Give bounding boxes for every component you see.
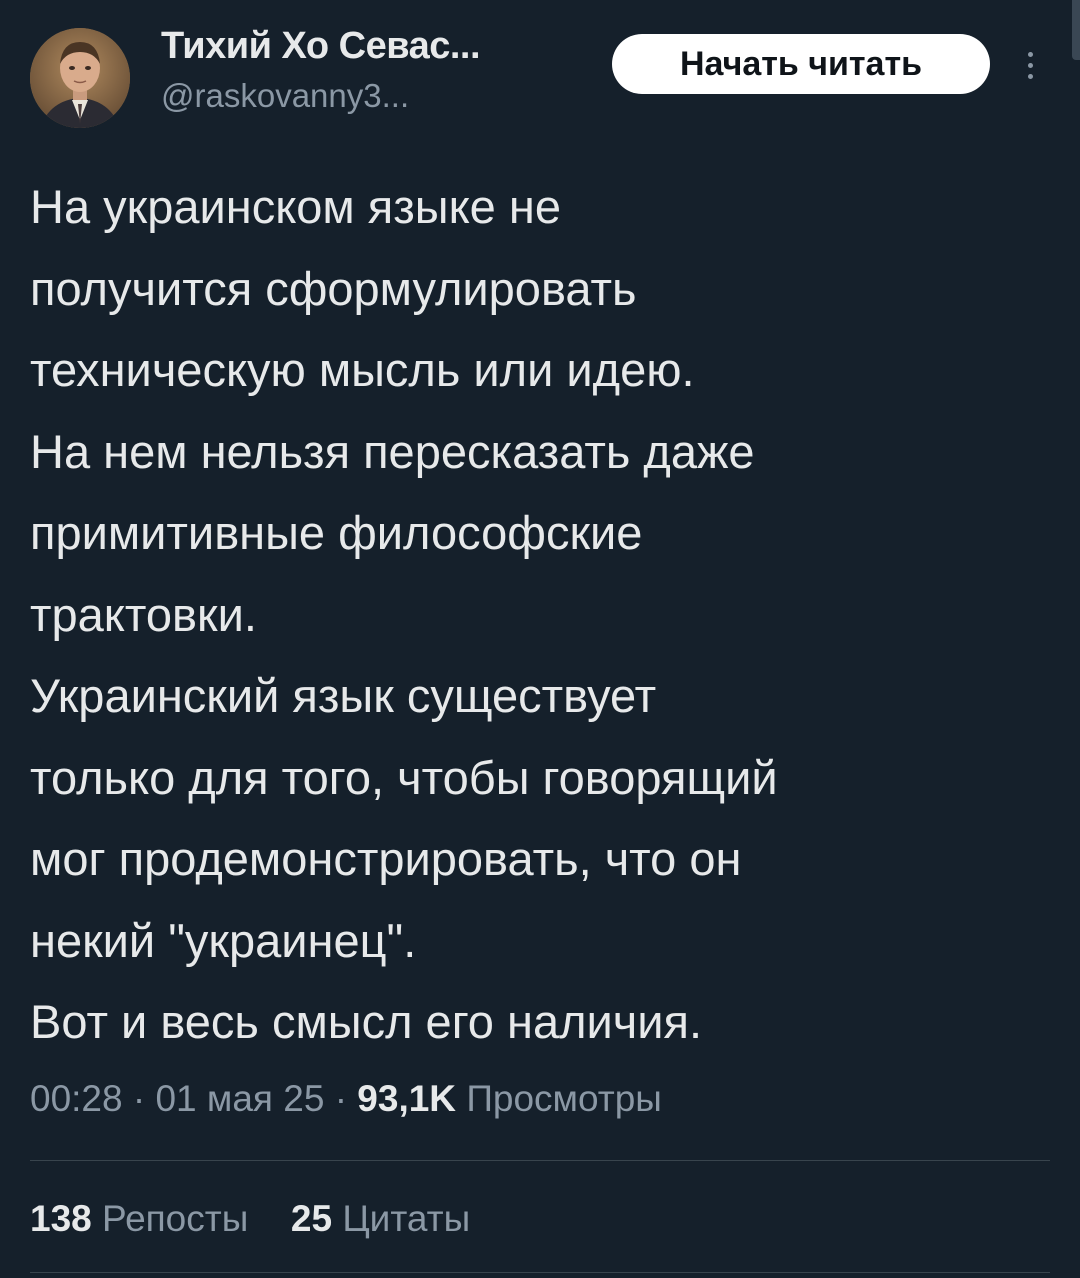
quotes-label: Цитаты [342,1198,471,1239]
reposts-count: 138 [30,1198,92,1239]
tweet-time[interactable]: 00:28 [30,1078,123,1119]
tweet-text-line: мог продемонстрировать, что он [30,832,742,885]
reposts-label: Репосты [102,1198,249,1239]
tweet-stats: 138 Репосты 25 Цитаты [30,1194,470,1244]
divider [30,1272,1050,1273]
subscribe-button[interactable]: Начать читать [612,34,990,94]
tweet-text: На украинском языке не получится сформул… [30,166,1050,1063]
tweet-header: Тихий Хо Севас... @raskovanny3... Начать… [30,24,1050,134]
views-count: 93,1K [357,1078,457,1119]
tweet-text-line: На украинском языке не [30,180,561,233]
author-display-name[interactable]: Тихий Хо Севас... [161,24,601,68]
tweet-text-line: техническую мысль или идею. [30,343,695,396]
tweet-text-line: Украинский язык существует [30,669,657,722]
tweet-text-line: На нем нельзя пересказать даже [30,424,755,478]
meta-separator: · [334,1078,348,1119]
tweet-text-line: получится сформулировать [30,261,637,315]
scroll-indicator[interactable] [1072,0,1080,60]
quotes-stat[interactable]: 25 Цитаты [291,1198,470,1239]
divider [30,1160,1050,1161]
views-label: Просмотры [466,1078,662,1119]
avatar[interactable] [30,28,130,128]
more-vertical-icon[interactable] [1018,48,1042,88]
author-handle[interactable]: @raskovanny3... [161,74,601,118]
tweet-meta: 00:28 · 01 мая 25 · 93,1K Просмотры [30,1074,662,1124]
tweet-date[interactable]: 01 мая 25 [155,1078,324,1119]
meta-separator: · [132,1078,146,1119]
avatar-image [30,28,130,128]
tweet-text-line: трактовки. [30,587,257,641]
reposts-stat[interactable]: 138 Репосты [30,1198,259,1239]
tweet-text-line: Вот и весь смысл его наличия. [30,995,703,1048]
tweet-text-line: некий "украинец". [30,913,417,967]
tweet-text-line: примитивные философские [30,506,643,559]
quotes-count: 25 [290,1198,333,1239]
user-info[interactable]: Тихий Хо Севас... @raskovanny3... [161,24,601,118]
tweet-text-line: только для того, чтобы говорящий [30,750,778,804]
